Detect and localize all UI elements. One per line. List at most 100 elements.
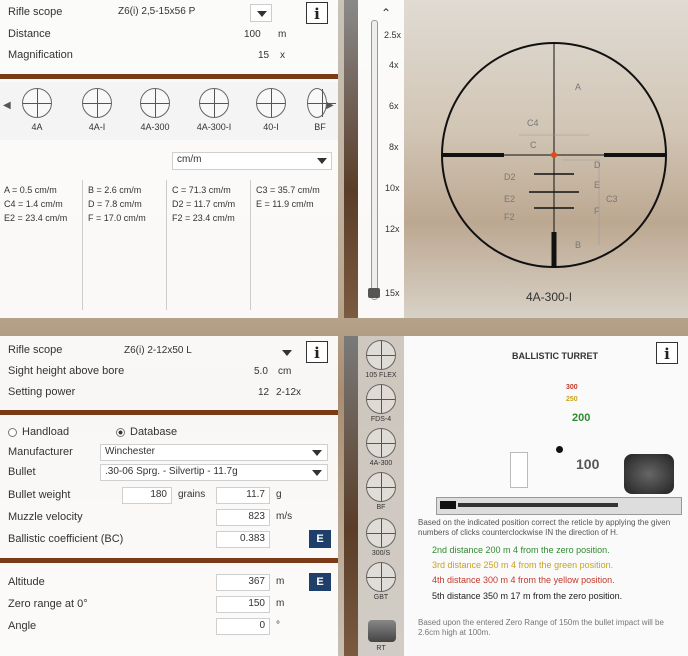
rifle-scope-select[interactable]: Z6(i) 2-12x50 L [124,345,192,356]
reticle-diagram [441,42,667,268]
bc-edit-button[interactable]: E [309,530,331,548]
reticle-thumb-bf[interactable] [307,88,336,118]
chevron-down-icon[interactable] [276,344,298,362]
setting-power-label: Setting power [8,386,76,398]
reticle-name: 4A-300-I [526,290,573,304]
zero-range-input[interactable]: 150 [216,596,270,613]
magnification-slider-thumb[interactable] [368,288,380,298]
manufacturer-label: Manufacturer [8,446,73,458]
reticle-thumb-4a-300-i[interactable] [199,88,229,118]
reticle-icon[interactable] [366,472,396,502]
reticle-label-d: D [594,160,601,170]
handload-radio[interactable] [8,428,17,437]
mag-scale-label: 8x [389,142,399,152]
measurement-value: F2 = 23.4 cm/m [172,213,235,223]
grid-divider [250,180,251,310]
turret-scale-marker [440,501,456,509]
mag-scale-label: 15x [385,288,400,298]
database-label: Database [130,426,178,438]
reticle-label-c4: C4 [527,118,539,128]
reticle-list-label: GBT [373,594,389,601]
reticle-icon[interactable] [366,340,396,370]
divider-strip [344,336,358,656]
measurement-value: C3 = 35.7 cm/m [256,185,320,195]
bullet-label: Bullet [8,466,36,478]
unit-select[interactable]: cm/m [172,152,332,170]
section-divider [0,410,338,415]
bullet-weight-label: Bullet weight [8,489,71,501]
reticle-icon[interactable] [366,562,396,592]
chevron-right-icon[interactable]: ▶ [326,100,334,111]
reticle-thumb-40-i[interactable] [256,88,286,118]
altitude-edit-button[interactable]: E [309,573,331,591]
distance-line-2: 2nd distance 200 m 4 from the zero posit… [432,545,610,555]
bullet-weight-grains-input[interactable]: 180 [122,487,172,504]
rifle-scope-select[interactable]: Z6(i) 2,5-15x56 P [118,6,195,17]
reticle-icon[interactable] [366,428,396,458]
turret-mark-100: 100 [576,456,600,472]
info-icon[interactable]: i [656,342,678,364]
reticle-label-c3: C3 [606,194,618,204]
info-icon[interactable]: i [306,2,328,24]
reticle-label-f: F [594,206,600,216]
reticle-label-d2: D2 [504,172,516,182]
turret-icon[interactable] [368,620,396,642]
rifle-scope-label: Rifle scope [8,6,63,18]
bc-input[interactable]: 0.383 [216,531,270,548]
distance-input[interactable]: 100 [244,29,261,40]
section-divider [0,74,338,79]
reticle-list-label: RT [376,645,386,652]
sight-height-input[interactable]: 5.0 [254,366,268,377]
database-radio[interactable] [116,428,125,437]
muzzle-velocity-value: 823 [248,511,265,522]
measurement-value: F = 17.0 cm/m [88,213,146,223]
reticle-label-f2: F2 [504,212,515,222]
angle-value: 0 [259,620,265,631]
grid-divider [166,180,167,310]
reticle-icon[interactable] [366,384,396,414]
chevron-down-icon[interactable] [311,152,333,170]
bullet-weight-g-input[interactable]: 11.7 [216,487,270,504]
reticle-thumb-label: BF [314,122,326,132]
measurement-value: C = 71.3 cm/m [172,185,231,195]
magnification-slider-track[interactable] [371,20,378,300]
muzzle-velocity-label: Muzzle velocity [8,511,83,523]
reticle-thumb-label: 40-I [263,122,279,132]
magnification-unit: x [280,50,285,61]
bullet-select[interactable]: .30-06 Sprg. - Silvertip - 11.7g [100,464,328,481]
zero-range-label: Zero range at 0° [8,598,88,610]
chevron-up-icon[interactable]: ⌃ [381,6,391,20]
magnification-slider-panel [358,0,404,318]
magnification-input[interactable]: 15 [258,50,269,61]
muzzle-velocity-unit: m/s [276,511,293,522]
manufacturer-select[interactable]: Winchester [100,444,328,461]
turret-description: Based on the indicated position correct … [418,518,671,537]
reticle-icon[interactable] [366,518,396,548]
turret-mark-200: 200 [572,412,591,424]
chevron-down-icon[interactable] [250,4,272,22]
ballistic-turret-panel [404,336,688,656]
bc-label: Ballistic coefficient (BC) [8,533,124,545]
angle-input[interactable]: 0 [216,618,270,635]
reticle-label-a: A [575,82,582,92]
manufacturer-value: Winchester [105,446,156,457]
distance-line-5: 5th distance 350 m 17 m from the zero po… [432,591,623,601]
reticle-thumb-4a-300[interactable] [140,88,170,118]
muzzle-velocity-input[interactable]: 823 [216,509,270,526]
grains-unit: grains [178,489,206,500]
altitude-input[interactable]: 367 [216,574,270,591]
turret-title: BALLISTIC TURRET [512,351,598,361]
reticle-list-label: FDS-4 [370,416,392,423]
measurement-value: A = 0.5 cm/m [4,185,57,195]
info-icon[interactable]: i [306,341,328,363]
bc-value: 0.383 [239,533,265,544]
setting-power-input[interactable]: 12 [258,387,269,398]
distance-line-3: 3rd distance 250 m 4 from the green posi… [432,560,614,570]
chevron-down-icon[interactable] [306,464,328,482]
chevron-down-icon[interactable] [306,444,328,462]
turret-footer: Based upon the entered Zero Range of 150… [418,618,664,637]
chevron-left-icon[interactable]: ◀ [3,100,11,111]
angle-label: Angle [8,620,37,632]
reticle-thumb-4a[interactable] [22,88,52,118]
reticle-thumb-4a-i[interactable] [82,88,112,118]
